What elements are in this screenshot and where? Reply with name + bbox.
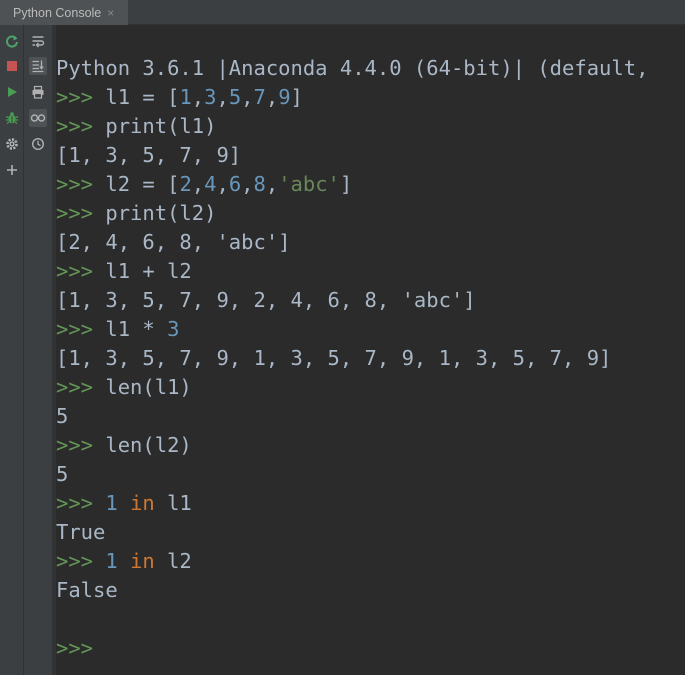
code-token: ,	[241, 85, 254, 109]
code-token: l1 + l2	[105, 259, 192, 283]
console-output-line: False	[56, 578, 118, 602]
code-token: print(l1)	[105, 114, 217, 138]
prompt-marker: >>>	[56, 201, 94, 225]
tab-bar: Python Console ×	[0, 0, 685, 25]
add-icon[interactable]	[3, 161, 21, 179]
code-token: ,	[265, 85, 279, 109]
code-token: 4	[204, 172, 217, 196]
console-input-line: >>> l1 = [1,3,5,7,9]	[56, 83, 303, 112]
code-token: len(l2)	[105, 433, 192, 457]
code-token: 5	[228, 85, 242, 109]
console-input-line: >>> 1 in l1	[56, 489, 192, 518]
tab-python-console[interactable]: Python Console ×	[0, 0, 128, 25]
code-token: l1	[154, 491, 192, 515]
code-token: 3	[167, 317, 180, 341]
prompt-marker: >>>	[56, 85, 94, 109]
console-view-toolbar	[24, 25, 52, 675]
close-icon[interactable]: ×	[107, 7, 114, 19]
rerun-icon[interactable]	[3, 32, 21, 50]
scroll-to-end-icon[interactable]	[29, 57, 47, 75]
prompt-marker: >>>	[56, 375, 94, 399]
console-output-line: Python 3.6.1 |Anaconda 4.4.0 (64-bit)| (…	[56, 56, 661, 80]
prompt-marker: >>>	[56, 433, 94, 457]
stop-icon[interactable]	[3, 57, 21, 75]
code-token: 1	[105, 549, 118, 573]
console-action-toolbar	[0, 25, 24, 675]
code-token: l1 = [	[105, 85, 180, 109]
console-output-line: [1, 3, 5, 7, 9, 1, 3, 5, 7, 9, 1, 3, 5, …	[56, 346, 612, 370]
code-token: in	[130, 549, 155, 573]
code-token: 9	[278, 85, 291, 109]
code-token: ,	[265, 172, 279, 196]
soft-wrap-icon[interactable]	[29, 32, 47, 50]
settings-icon[interactable]	[3, 135, 21, 153]
tab-title: Python Console	[13, 5, 102, 20]
code-token: 8	[253, 172, 266, 196]
console-input-prompt: >>>	[56, 634, 105, 663]
print-icon[interactable]	[29, 83, 47, 101]
code-token: ,	[241, 172, 254, 196]
console-input-line: >>> 1 in l2	[56, 547, 192, 576]
code-token: in	[130, 491, 155, 515]
code-token: 2	[179, 172, 192, 196]
console-input-line: >>> len(l2)	[56, 431, 192, 460]
code-token: ]	[339, 172, 353, 196]
console-output[interactable]: Python 3.6.1 |Anaconda 4.4.0 (64-bit)| (…	[56, 25, 685, 675]
console-input-line: >>> print(l1)	[56, 112, 216, 141]
code-token: print(l2)	[105, 201, 217, 225]
prompt-marker: >>>	[56, 259, 94, 283]
code-token: l2 = [	[105, 172, 180, 196]
prompt-marker: >>>	[56, 636, 94, 660]
debug-icon[interactable]	[3, 109, 21, 127]
console-output-line: 5	[56, 462, 69, 486]
code-token: 3	[204, 85, 217, 109]
history-icon[interactable]	[29, 135, 47, 153]
console-output-line: [2, 4, 6, 8, 'abc']	[56, 230, 291, 254]
code-token: l2	[154, 549, 192, 573]
console-input-line: >>> l1 * 3	[56, 315, 179, 344]
prompt-marker: >>>	[56, 491, 94, 515]
prompt-marker: >>>	[56, 549, 94, 573]
show-variables-icon[interactable]	[29, 109, 47, 127]
code-token: ,	[191, 172, 205, 196]
console-input-line: >>> len(l1)	[56, 373, 192, 402]
code-token: 7	[253, 85, 266, 109]
prompt-marker: >>>	[56, 114, 94, 138]
code-token: 1	[105, 491, 118, 515]
run-icon[interactable]	[3, 83, 21, 101]
code-token: 6	[228, 172, 242, 196]
code-token: 1	[179, 85, 192, 109]
code-token: ]	[290, 85, 303, 109]
console-output-line: 5	[56, 404, 69, 428]
prompt-marker: >>>	[56, 172, 94, 196]
code-token: ,	[216, 172, 229, 196]
code-token: l1 *	[105, 317, 168, 341]
prompt-marker: >>>	[56, 317, 94, 341]
console-input-line: >>> l1 + l2	[56, 257, 192, 286]
console-output-line: [1, 3, 5, 7, 9, 2, 4, 6, 8, 'abc']	[56, 288, 476, 312]
console-input-line: >>> l2 = [2,4,6,8,'abc']	[56, 170, 352, 199]
console-output-line: True	[56, 520, 106, 544]
console-output-line: [1, 3, 5, 7, 9]	[56, 143, 242, 167]
console-input-line: >>> print(l2)	[56, 199, 216, 228]
python-console-window: Python Console × Python 3.6.1 |Anaconda …	[0, 0, 685, 675]
code-token: 'abc'	[278, 172, 340, 196]
code-token: len(l1)	[105, 375, 192, 399]
code-token: ,	[191, 85, 205, 109]
code-token: ,	[216, 85, 229, 109]
